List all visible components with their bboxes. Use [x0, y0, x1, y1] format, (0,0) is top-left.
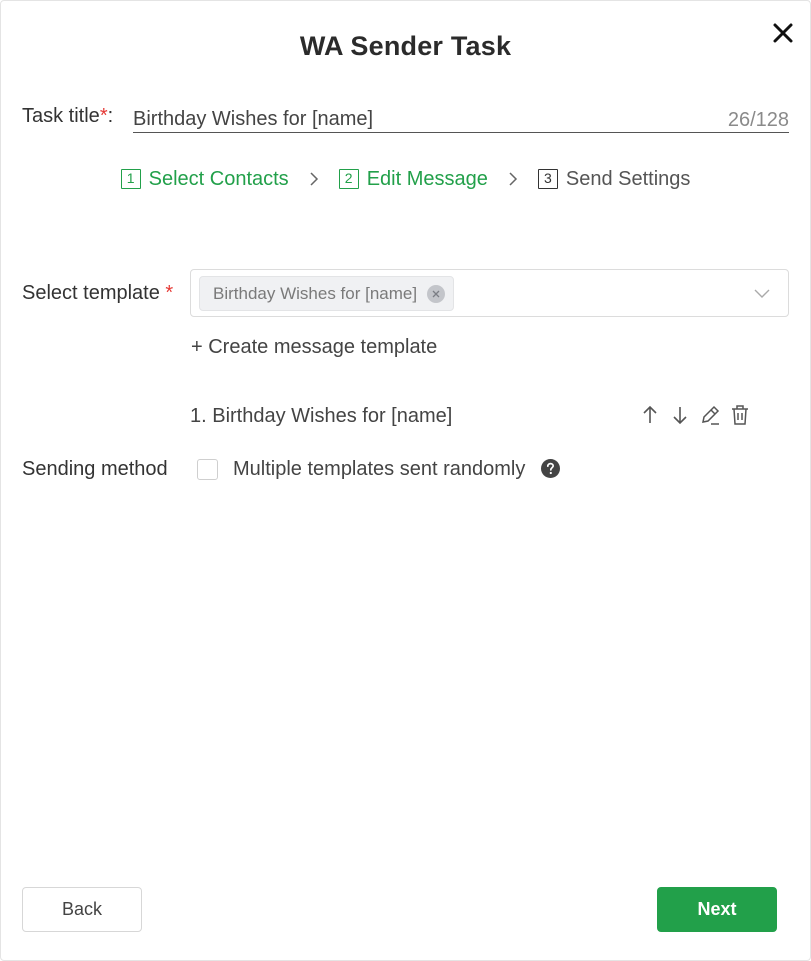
back-button[interactable]: Back	[22, 887, 142, 932]
tag-close-icon[interactable]	[427, 284, 446, 303]
arrow-up-icon[interactable]	[639, 403, 661, 427]
task-title-field: 26/128	[133, 101, 789, 133]
step-label: Edit Message	[366, 167, 488, 190]
task-title-row: Task title*: 26/128	[22, 101, 789, 135]
select-template-label: Select template *	[22, 282, 174, 304]
template-list-item: 1. Birthday Wishes for [name]	[190, 405, 453, 427]
steps-indicator: 1 Select Contacts 2 Edit Message 3 Send …	[1, 165, 810, 193]
help-icon[interactable]	[541, 459, 560, 478]
multiple-templates-label[interactable]: Multiple templates sent randomly	[233, 458, 525, 481]
close-icon[interactable]	[771, 21, 795, 45]
step-label: Send Settings	[565, 167, 691, 190]
template-select[interactable]: Birthday Wishes for [name]	[190, 269, 789, 317]
arrow-down-icon[interactable]	[669, 403, 691, 427]
step-send-settings[interactable]: 3 Send Settings	[537, 167, 691, 191]
multiple-templates-checkbox[interactable]	[197, 459, 218, 480]
step-number: 2	[338, 169, 359, 189]
step-select-contacts[interactable]: 1 Select Contacts	[120, 167, 289, 191]
chevron-down-icon	[754, 289, 770, 298]
step-number: 1	[120, 169, 141, 189]
sending-method-label: Sending method	[22, 458, 168, 480]
chevron-right-icon	[509, 172, 517, 186]
step-label: Select Contacts	[148, 167, 289, 190]
dialog-title: WA Sender Task	[299, 31, 512, 61]
template-item-actions	[639, 403, 759, 427]
selected-template-tag: Birthday Wishes for [name]	[199, 276, 455, 311]
required-mark: *	[99, 105, 108, 127]
step-number: 3	[537, 169, 558, 189]
chevron-right-icon	[310, 172, 318, 186]
next-button[interactable]: Next	[657, 887, 777, 932]
edit-icon[interactable]	[699, 403, 721, 427]
create-message-template-link[interactable]: + Create message template	[191, 336, 437, 359]
char-counter: 26/128	[727, 109, 789, 131]
trash-icon[interactable]	[729, 403, 751, 427]
task-title-label: Task title*:	[22, 105, 114, 127]
wa-sender-task-dialog: WA Sender Task Task title*: 26/128 1 Sel…	[0, 0, 811, 961]
tag-label: Birthday Wishes for [name]	[213, 283, 418, 303]
task-title-input[interactable]	[133, 101, 713, 133]
required-mark: *	[165, 282, 174, 304]
step-edit-message[interactable]: 2 Edit Message	[338, 167, 488, 191]
